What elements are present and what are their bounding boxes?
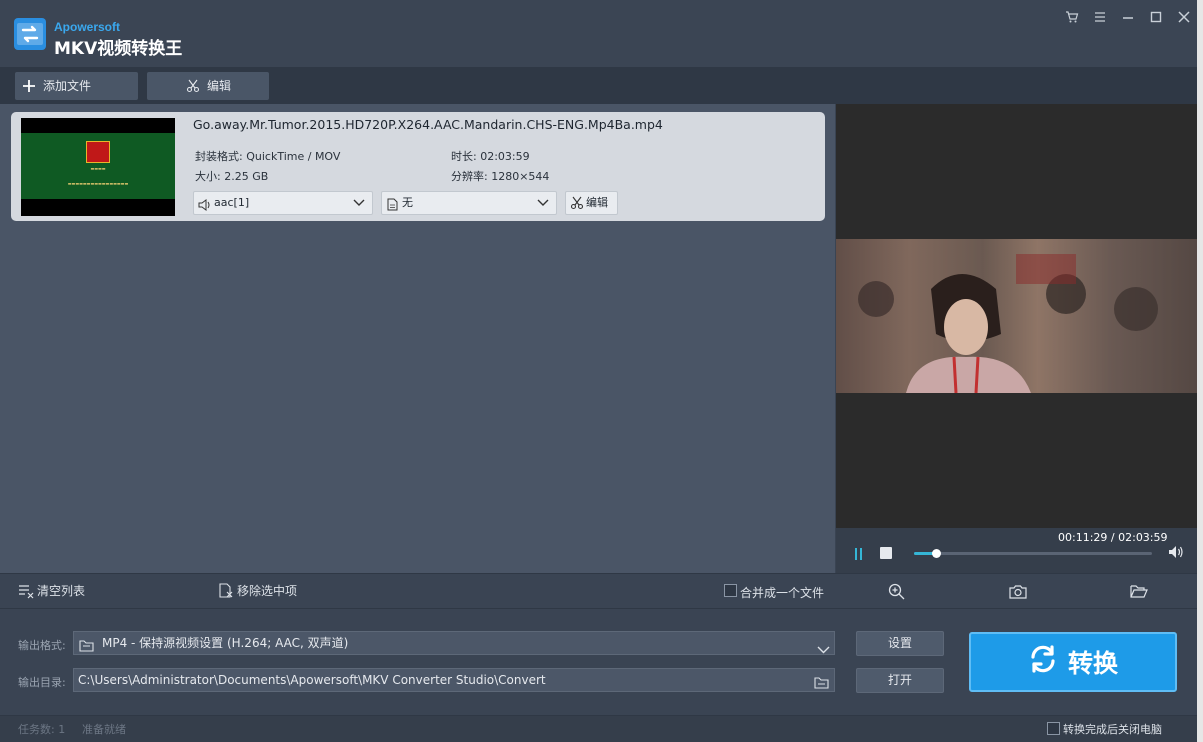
menu-icon[interactable] <box>1091 10 1109 28</box>
app-logo-icon <box>14 18 46 50</box>
time-current: 00:11:29 <box>1058 531 1108 544</box>
duration-info: 时长: 02:03:59 <box>451 148 530 164</box>
refresh-icon <box>1028 644 1058 680</box>
item-edit-label: 编辑 <box>586 196 608 209</box>
film-emblem-icon <box>86 141 110 163</box>
time-display: 00:11:29 / 02:03:59 <box>1058 531 1168 544</box>
output-format-value: MP4 - 保持源视频设置 (H.264; AAC, 双声道) <box>102 636 349 650</box>
close-icon[interactable] <box>1175 10 1193 28</box>
chevron-down-icon <box>352 192 366 214</box>
progress-track[interactable] <box>914 552 1152 555</box>
file-name: Go.away.Mr.Tumor.2015.HD720P.X264.AAC.Ma… <box>193 117 663 132</box>
size-info: 大小: 2.25 GB <box>195 168 268 184</box>
shutdown-label: 转换完成后关闭电脑 <box>1063 723 1162 736</box>
remove-selected-button[interactable]: 移除选中项 <box>218 582 297 600</box>
remove-selected-label: 移除选中项 <box>237 584 298 598</box>
clear-list-label: 清空列表 <box>37 584 86 598</box>
convert-label: 转换 <box>1067 649 1118 678</box>
subtitle-file-icon <box>387 197 398 219</box>
speaker-icon <box>198 197 212 219</box>
pause-icon[interactable] <box>853 547 865 564</box>
chevron-down-icon <box>536 192 550 214</box>
clear-list-button[interactable]: 清空列表 <box>18 582 85 600</box>
camera-icon[interactable] <box>1009 584 1027 602</box>
output-format-label: 输出格式: <box>18 639 66 652</box>
output-format-select[interactable]: MP4 - 保持源视频设置 (H.264; AAC, 双声道) <box>73 631 835 655</box>
size-value: 2.25 GB <box>224 170 269 183</box>
settings-button[interactable]: 设置 <box>856 631 944 656</box>
zoom-in-icon[interactable] <box>888 583 905 603</box>
add-file-button[interactable]: 添加文件 <box>15 72 138 100</box>
thumbnail-caption-2: ▬▬▬▬▬▬▬▬▬▬▬▬▬▬▬▬ <box>67 181 129 186</box>
edit-button[interactable]: 编辑 <box>147 72 269 100</box>
format-value: QuickTime / MOV <box>246 150 341 163</box>
format-label: 封装格式: <box>195 150 243 163</box>
shutdown-checkbox[interactable] <box>1047 722 1060 735</box>
video-frame <box>836 239 1203 393</box>
add-file-label: 添加文件 <box>43 79 92 93</box>
open-folder-icon[interactable] <box>1130 584 1148 601</box>
merge-checkbox[interactable] <box>724 584 737 597</box>
merge-label: 合并成一个文件 <box>740 586 825 600</box>
duration-label: 时长: <box>451 150 477 163</box>
output-dir-label: 输出目录: <box>18 676 66 689</box>
chevron-down-icon <box>817 639 830 661</box>
brand-name: Apowersoft <box>54 20 120 34</box>
resolution-info: 分辨率: 1280×544 <box>451 168 549 184</box>
time-total: 02:03:59 <box>1118 531 1168 544</box>
minimize-icon[interactable] <box>1119 10 1137 28</box>
clear-list-icon <box>18 583 34 599</box>
item-edit-button[interactable]: 编辑 <box>565 191 618 215</box>
time-separator: / <box>1107 531 1119 544</box>
status-text: 准备就绪 <box>82 723 126 736</box>
volume-icon[interactable] <box>1168 545 1184 562</box>
app-title: MKV视频转换王 <box>54 39 183 59</box>
maximize-icon[interactable] <box>1147 10 1165 28</box>
resolution-value: 1280×544 <box>491 170 550 183</box>
scissors-icon <box>570 196 584 218</box>
resolution-label: 分辨率: <box>451 170 488 183</box>
subtitle-value: 无 <box>402 196 413 209</box>
task-count: 任务数: 1 <box>18 723 66 736</box>
progress-handle[interactable] <box>932 549 941 558</box>
format-info: 封装格式: QuickTime / MOV <box>195 148 340 164</box>
plus-icon <box>15 72 43 100</box>
open-button[interactable]: 打开 <box>856 668 944 693</box>
audio-track-select[interactable]: aac[1] <box>193 191 373 215</box>
convert-button[interactable]: 转换 <box>969 632 1177 692</box>
duration-value: 02:03:59 <box>480 150 530 163</box>
subtitle-select[interactable]: 无 <box>381 191 557 215</box>
cart-icon[interactable] <box>1063 10 1081 28</box>
output-dir-value: C:\Users\Administrator\Documents\Apowers… <box>78 673 546 687</box>
audio-track-value: aac[1] <box>214 196 250 209</box>
edit-label: 编辑 <box>207 79 232 93</box>
output-dir-field[interactable]: C:\Users\Administrator\Documents\Apowers… <box>73 668 835 692</box>
remove-file-icon <box>218 583 234 599</box>
format-folder-icon <box>79 637 94 659</box>
window-edge <box>1197 0 1203 742</box>
scissors-icon <box>179 72 207 100</box>
browse-folder-icon[interactable] <box>814 674 829 696</box>
status-bar <box>0 715 1203 742</box>
thumbnail-caption-1: ▬▬▬▬ <box>90 166 106 171</box>
stop-icon[interactable] <box>880 547 892 562</box>
size-label: 大小: <box>195 170 221 183</box>
